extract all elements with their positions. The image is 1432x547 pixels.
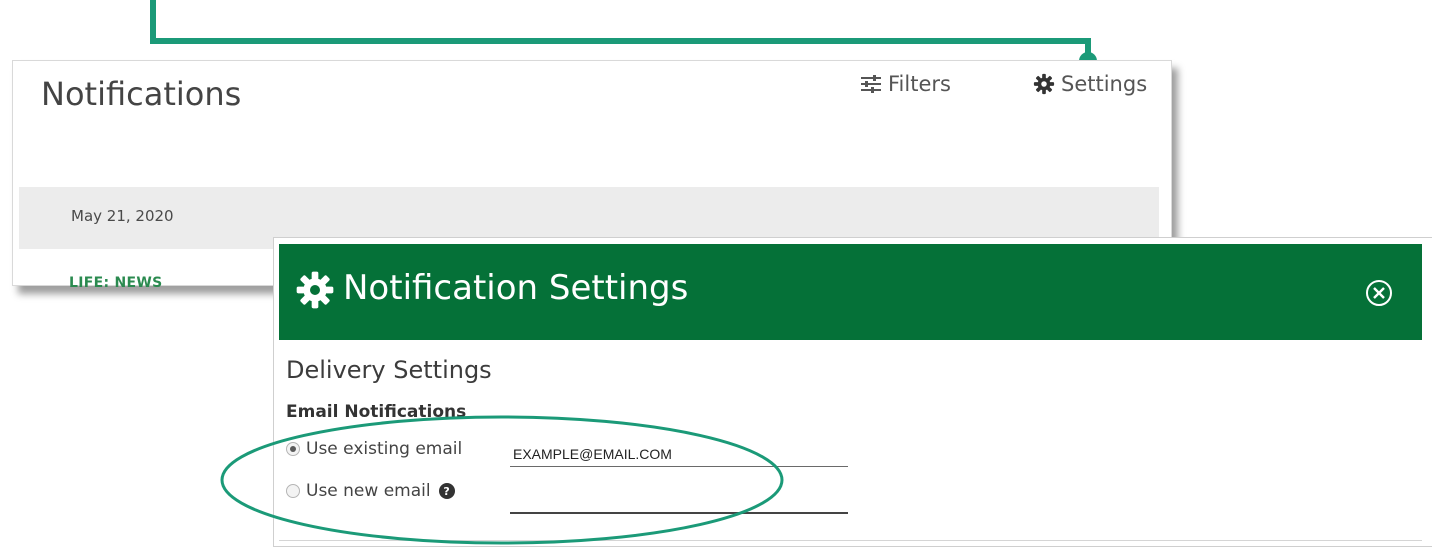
dialog-divider [279,540,1422,541]
existing-email-label: Use existing email [306,439,463,459]
notification-settings-dialog: Notification Settings Delivery Settings … [273,237,1432,547]
delivery-settings-heading: Delivery Settings [286,356,492,384]
question-circle-icon[interactable]: ? [438,483,455,499]
page-title: Notifications [41,75,242,113]
settings-label: Settings [1061,72,1148,96]
close-icon[interactable] [1363,277,1395,309]
email-notifications-heading: Email Notifications [286,402,467,422]
sliders-icon [861,75,881,93]
date-label: May 21, 2020 [71,207,174,225]
gear-icon [296,271,334,309]
category-link[interactable]: LIFE: NEWS [69,275,163,291]
existing-email-field[interactable] [510,441,848,467]
existing-email-radio[interactable] [286,442,300,456]
gear-icon [1033,73,1055,95]
settings-button[interactable]: Settings [1033,72,1147,96]
existing-email-option[interactable]: Use existing email [286,439,462,459]
dialog-header: Notification Settings [279,244,1422,340]
filters-button[interactable]: Filters [860,72,951,96]
new-email-field[interactable] [510,488,848,514]
new-email-label: Use new email [306,481,431,501]
new-email-radio[interactable] [286,484,300,498]
filters-label: Filters [888,72,951,96]
dialog-title: Notification Settings [343,268,689,308]
new-email-option[interactable]: Use new email ? [286,481,455,501]
callout-line-top [150,38,1090,44]
